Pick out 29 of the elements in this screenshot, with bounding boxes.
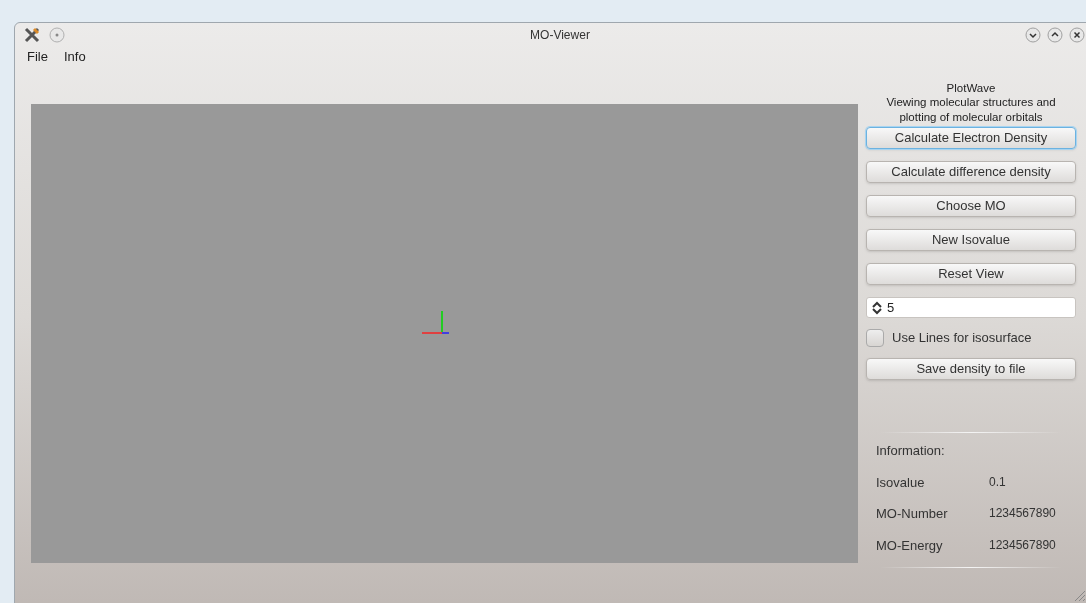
minimize-icon[interactable] xyxy=(1025,27,1041,43)
number-spinbox[interactable]: 5 xyxy=(866,297,1076,318)
info-value: 0.1 xyxy=(989,473,1006,491)
menu-item[interactable]: Info xyxy=(57,47,92,67)
window-title: MO-Viewer xyxy=(530,27,590,44)
menu-item[interactable]: File xyxy=(21,47,54,67)
axes-icon xyxy=(422,311,449,337)
action-button[interactable]: Calculate difference density xyxy=(866,161,1076,183)
action-button[interactable]: Save density to file xyxy=(866,358,1076,380)
checkbox[interactable] xyxy=(866,329,884,347)
resize-grip-icon[interactable] xyxy=(1073,589,1085,601)
checkbox-label[interactable]: Use Lines for isosurface xyxy=(892,328,1032,348)
close-icon[interactable] xyxy=(1069,27,1085,43)
spin-arrows-icon[interactable] xyxy=(871,300,883,315)
maximize-icon[interactable] xyxy=(1047,27,1063,43)
action-button[interactable]: New Isovalue xyxy=(866,229,1076,251)
info-label: MO-Energy xyxy=(876,536,944,555)
info-label: Isovalue xyxy=(876,473,926,492)
action-button[interactable]: Reset View xyxy=(866,263,1076,285)
info-label: MO-Number xyxy=(876,505,949,523)
info-value: 1234567890 xyxy=(989,505,1056,522)
app-description: Viewing molecular structures and plotting of molecular orbitals xyxy=(885,95,1057,125)
app-heading: PlotWave xyxy=(945,81,997,95)
info-value: 1234567890 xyxy=(989,536,1056,554)
spinbox-value: 5 xyxy=(887,298,895,317)
tools-icon[interactable] xyxy=(23,26,41,44)
action-button[interactable]: Choose MO xyxy=(866,195,1076,217)
action-button[interactable]: Calculate Electron Density xyxy=(866,127,1076,149)
information-title: Information: xyxy=(876,442,946,460)
